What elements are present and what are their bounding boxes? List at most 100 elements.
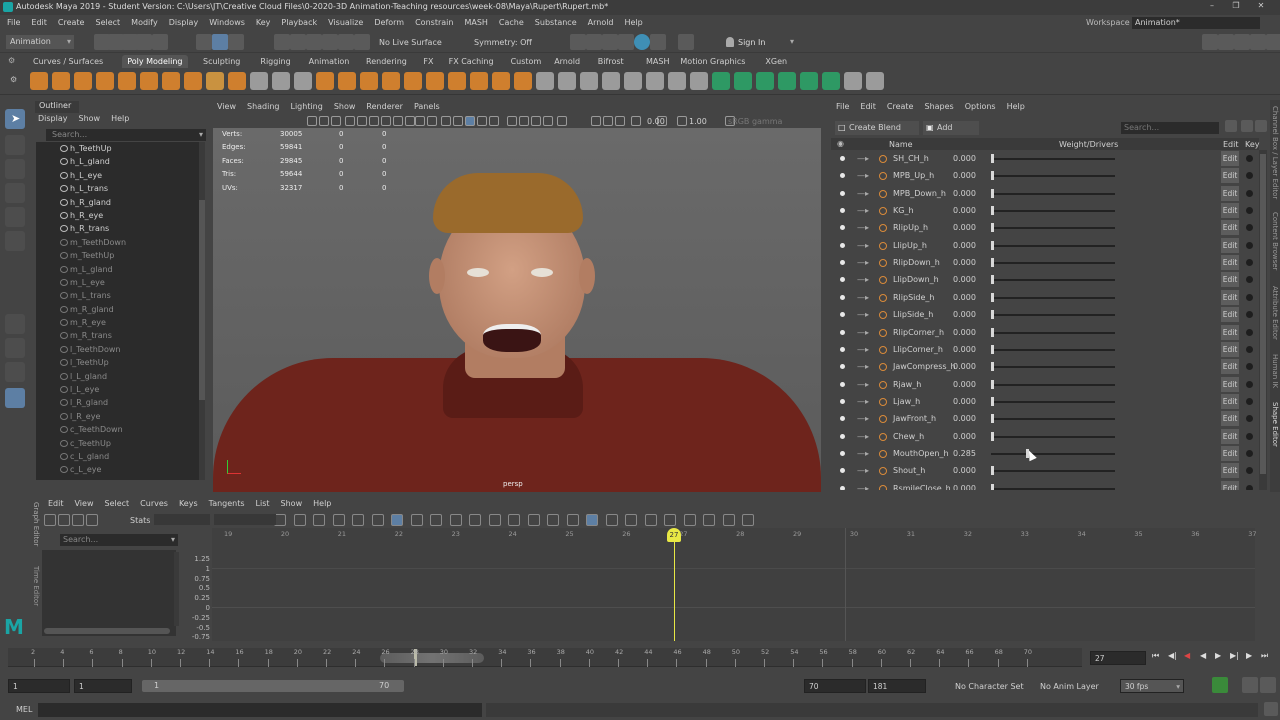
expand-arrow-icon[interactable]: ▸	[865, 376, 869, 393]
menu-file[interactable]: File	[7, 15, 20, 30]
target-name[interactable]: RlipUp_h	[893, 219, 928, 236]
blend-shape-target-row[interactable]: — ▸ Ljaw_h 0.000 Edit	[831, 393, 1259, 410]
current-frame-field[interactable]: 27	[1090, 651, 1146, 665]
shelf-disc-icon[interactable]	[162, 72, 180, 90]
visibility-toggle-icon[interactable]	[840, 416, 845, 422]
shelf-auto-map-icon[interactable]	[756, 72, 774, 90]
viewport-gate-mask-icon[interactable]	[393, 116, 403, 126]
target-weight-value[interactable]: 0.000	[953, 202, 976, 219]
time-slider[interactable]: 2 4 6 8 10 12 14 16 18 20 22 24 26 28 30 32 34 36 38 40 42 44…	[0, 645, 1280, 670]
shelf-transfer-icon[interactable]	[844, 72, 862, 90]
shelf-match-icon[interactable]	[866, 72, 884, 90]
snap-view-icon[interactable]	[322, 34, 338, 50]
key-toggle-icon[interactable]	[1246, 449, 1253, 457]
visibility-toggle-icon[interactable]	[840, 173, 845, 179]
blend-shape-target-row[interactable]: — ▸ LlipSide_h 0.000 Edit	[831, 306, 1259, 323]
range-slider[interactable]: 1 70	[142, 680, 404, 692]
shape-editor-refresh-icon[interactable]	[1241, 120, 1253, 132]
menu-mash[interactable]: MASH	[464, 15, 487, 30]
shelf-tab-fx-caching[interactable]: FX Caching	[444, 55, 499, 68]
weight-slider-handle[interactable]	[991, 431, 994, 441]
weight-slider-handle[interactable]	[991, 310, 994, 320]
shape-editor-menu-help[interactable]: Help	[1007, 102, 1025, 111]
shelf-tab-custom[interactable]: Custom	[506, 55, 547, 68]
time-slider-track[interactable]	[8, 648, 1082, 667]
shelf-boolean-icon[interactable]	[448, 72, 466, 90]
graph-outliner-vscroll[interactable]	[174, 552, 179, 626]
shelf-type-icon[interactable]	[250, 72, 268, 90]
edit-target-button[interactable]: Edit	[1221, 220, 1239, 236]
visibility-toggle-icon[interactable]	[840, 277, 845, 283]
target-weight-value[interactable]: 0.000	[953, 306, 976, 323]
outliner-item[interactable]: c_L_eye	[36, 463, 200, 476]
key-toggle-icon[interactable]	[1246, 259, 1253, 267]
command-input[interactable]	[38, 703, 482, 717]
graph-post-infinity-icon[interactable]	[625, 514, 637, 526]
blend-shape-target-row[interactable]: — ▸ RsmileClose_h 0.000 Edit	[831, 480, 1259, 490]
edit-target-button[interactable]: Edit	[1221, 463, 1239, 479]
viewport-camera-attr-icon[interactable]	[319, 116, 329, 126]
outliner-item[interactable]: l_R_eye	[36, 410, 200, 423]
target-weight-value[interactable]: 0.000	[953, 254, 976, 271]
fps-dropdown[interactable]: 30 fps ▾	[1120, 679, 1184, 693]
visibility-toggle-icon[interactable]	[840, 208, 845, 214]
edit-target-button[interactable]: Edit	[1221, 237, 1239, 253]
graph-pre-infinity-icon[interactable]	[605, 514, 618, 526]
shape-editor-menu-create[interactable]: Create	[887, 102, 914, 111]
target-weight-value[interactable]: 0.000	[953, 341, 976, 358]
graph-clamped-tangent-icon[interactable]	[410, 514, 423, 526]
target-weight-value[interactable]: 0.000	[953, 480, 976, 490]
menu-constrain[interactable]: Constrain	[415, 15, 453, 30]
playback-start-field[interactable]: 1	[74, 679, 132, 693]
weight-slider-handle[interactable]	[991, 414, 994, 424]
weight-slider[interactable]	[991, 418, 1115, 421]
weight-slider[interactable]	[991, 435, 1115, 438]
graph-frame-selection-icon[interactable]	[313, 514, 325, 526]
make-live-icon[interactable]	[354, 34, 370, 50]
outliner-item[interactable]: m_R_gland	[36, 303, 200, 316]
target-name[interactable]: LlipUp_h	[893, 237, 927, 254]
weight-slider-handle[interactable]	[991, 483, 994, 490]
blend-shape-target-row[interactable]: — ▸ MPB_Down_h 0.000 Edit	[831, 185, 1259, 202]
shelf-soccer-ball-icon[interactable]	[338, 72, 356, 90]
outliner-item[interactable]: m_R_trans	[36, 329, 200, 342]
visibility-toggle-icon[interactable]	[840, 433, 845, 439]
select-component-icon[interactable]	[228, 34, 244, 50]
weight-slider-handle[interactable]	[991, 379, 994, 389]
range-start-field[interactable]: 1	[8, 679, 70, 693]
snap-surface-icon[interactable]	[338, 34, 354, 50]
tool-settings-icon[interactable]	[1250, 34, 1266, 50]
viewport-smooth-shade-icon[interactable]	[453, 116, 463, 126]
viewport-film-gate-icon[interactable]	[369, 116, 379, 126]
viewport-safe-action-icon[interactable]	[415, 116, 425, 126]
expand-arrow-icon[interactable]: ▸	[865, 289, 869, 306]
shelf-tab-rendering[interactable]: Rendering	[361, 55, 412, 68]
shelf-chamfer-icon[interactable]	[690, 72, 708, 90]
viewport-menu-renderer[interactable]: Renderer	[366, 102, 403, 111]
key-toggle-icon[interactable]	[1246, 397, 1253, 405]
graph-step-tangent-icon[interactable]	[469, 514, 481, 526]
target-weight-value[interactable]: 0.000	[953, 167, 976, 184]
graph-unify-tangent-icon[interactable]	[547, 514, 559, 526]
outliner-item[interactable]: l_TeethDown	[36, 343, 200, 356]
graph-editor-menu-view[interactable]: View	[75, 499, 94, 508]
graph-snap-keys-icon[interactable]	[742, 514, 754, 526]
outliner-item[interactable]: m_TeethDown	[36, 236, 200, 249]
graph-editor-menu-tangents[interactable]: Tangents	[209, 499, 245, 508]
graph-stacked-view-icon[interactable]	[703, 514, 715, 526]
menu-windows[interactable]: Windows	[209, 15, 245, 30]
outliner-item[interactable]: c_TeethDown	[36, 423, 200, 436]
anim-layer-label[interactable]: No Anim Layer	[1040, 682, 1099, 691]
visibility-toggle-icon[interactable]	[840, 312, 845, 318]
animation-end-field[interactable]: 181	[868, 679, 926, 693]
edit-target-button[interactable]: Edit	[1221, 168, 1239, 184]
weight-slider[interactable]	[991, 470, 1115, 473]
workspace-dropdown[interactable]: Animation*	[1132, 17, 1260, 29]
graph-current-time-marker[interactable]: 27	[667, 528, 681, 542]
key-toggle-icon[interactable]	[1246, 432, 1253, 440]
scale-tool-icon[interactable]	[5, 231, 25, 251]
expand-arrow-icon[interactable]: ▸	[865, 150, 869, 167]
outliner-menu-help[interactable]: Help	[111, 114, 129, 123]
target-name[interactable]: MouthOpen_h	[893, 445, 949, 462]
expand-arrow-icon[interactable]: ▸	[865, 219, 869, 236]
